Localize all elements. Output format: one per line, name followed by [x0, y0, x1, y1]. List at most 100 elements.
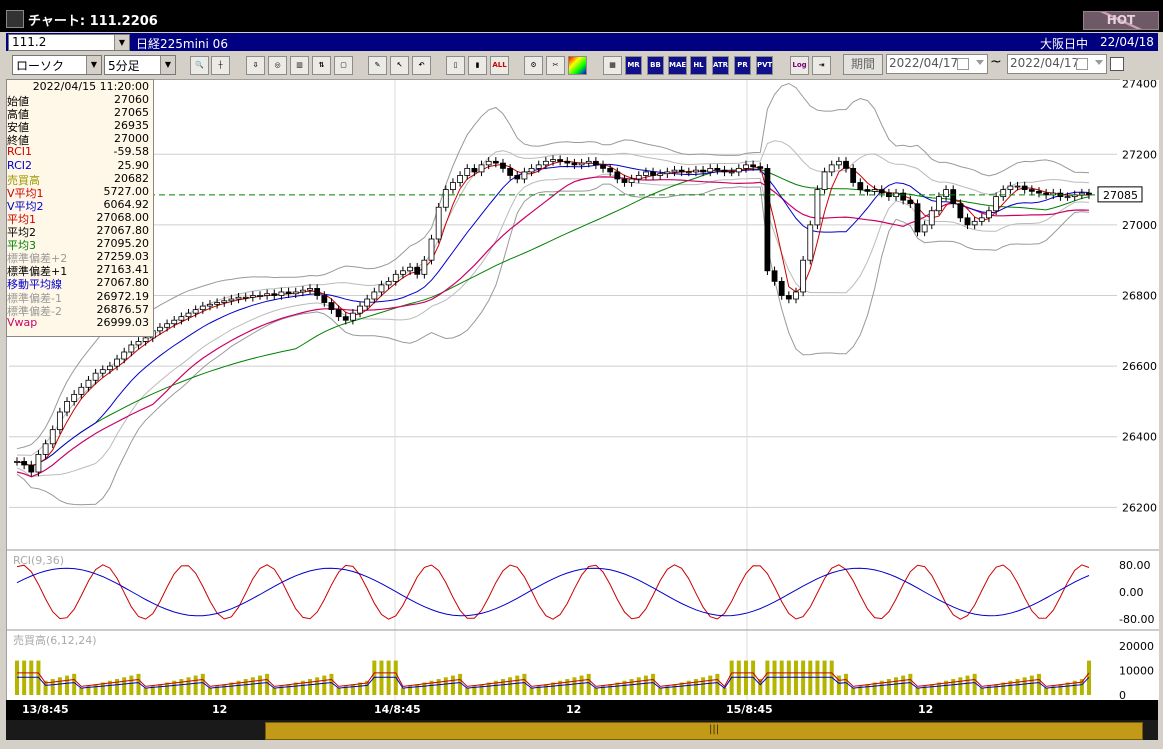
volume-bar	[458, 673, 463, 695]
candle-body	[771, 270, 778, 282]
chevron-down-icon[interactable]	[976, 60, 984, 65]
search-chart-icon[interactable]: ◎	[268, 56, 287, 75]
indicator-button-ma[interactable]: MR	[625, 56, 642, 75]
candle-body	[178, 316, 185, 321]
volume-bar	[179, 679, 184, 695]
date-to-field[interactable]: 2022/04/17	[1007, 54, 1107, 74]
candle-body	[614, 171, 621, 180]
candle-body	[743, 164, 749, 169]
indicator-button-pvt[interactable]: PVT	[756, 56, 773, 75]
calendar-icon[interactable]	[957, 58, 969, 70]
hot-button[interactable]: HOT	[1083, 11, 1159, 30]
wrench-icon[interactable]: ✂	[546, 56, 565, 75]
candle-body	[85, 379, 92, 388]
log-scale-button[interactable]: Log	[790, 56, 809, 75]
info-value: 27060	[114, 93, 149, 106]
candle-body	[607, 167, 614, 173]
info-row: RCI2 25.90	[7, 159, 153, 172]
candle-body	[464, 167, 471, 176]
indicator-button-pr[interactable]: PR	[734, 56, 751, 75]
volume-bar	[586, 673, 591, 695]
candle-body	[700, 169, 706, 173]
info-value: 20682	[114, 171, 149, 185]
scrollbar-thumb[interactable]	[265, 722, 1143, 740]
volume-bar	[350, 684, 355, 695]
pen-icon[interactable]: ✎	[368, 56, 387, 75]
info-row: 高値 27065	[7, 106, 153, 121]
candle-body	[42, 443, 49, 455]
candle-body	[1064, 196, 1071, 199]
candle-body	[349, 312, 356, 321]
candle-body	[521, 171, 528, 180]
volume-bar	[250, 677, 255, 695]
app-icon	[6, 10, 24, 28]
chevron-down-icon[interactable]	[1095, 60, 1103, 65]
volume-bar	[851, 687, 856, 695]
period-button[interactable]: 期間	[843, 54, 883, 75]
info-row: 移動平均線 27067.80	[7, 276, 153, 291]
candle-body	[793, 291, 799, 300]
lock-icon[interactable]: ▢	[334, 56, 353, 75]
x-label: 13/8:45	[22, 703, 69, 716]
title-bar: チャート: 111.2206	[0, 0, 1163, 32]
zoom-icon[interactable]: 🔍	[190, 56, 209, 75]
code-select[interactable]: 111.2 ▼	[8, 34, 130, 51]
indicator-button-atr[interactable]: ATR	[712, 56, 729, 75]
undo-icon[interactable]: ↶	[412, 56, 431, 75]
info-value: 27163.41	[96, 263, 150, 277]
info-value: 27067.80	[96, 276, 150, 290]
candle-body	[271, 293, 278, 296]
volume-bar	[243, 679, 248, 695]
date-separator: ~	[990, 54, 1002, 70]
chart-area[interactable]: 27400 27200 27000 26800 26600 26400 26200 27085…	[6, 79, 1159, 701]
period-checkbox[interactable]	[1110, 57, 1124, 71]
chevron-down-icon[interactable]: ▼	[86, 56, 101, 74]
info-value: 26876.57	[96, 302, 150, 316]
candle-body	[550, 159, 556, 162]
candle-body	[693, 169, 699, 173]
color-icon[interactable]	[568, 56, 587, 75]
all-icon[interactable]: ALL	[490, 56, 509, 75]
indicator-button-bb[interactable]: BB	[647, 56, 664, 75]
volume-bar	[415, 684, 420, 695]
volume-bar	[1044, 687, 1049, 695]
date-from-field[interactable]: 2022/04/17	[886, 54, 988, 74]
interval-select[interactable]: 5分足 ▼	[104, 55, 176, 75]
candle-body	[121, 351, 128, 360]
calendar-icon[interactable]	[1076, 58, 1088, 70]
pointer-icon[interactable]: ↖	[390, 56, 409, 75]
volume-bar	[958, 677, 963, 695]
candle-body	[928, 210, 935, 226]
indicator-icon[interactable]: ▦	[603, 56, 622, 75]
export-icon[interactable]: ⇥	[812, 56, 831, 75]
volume-bar	[865, 684, 870, 695]
gear-icon[interactable]: ⚙	[524, 56, 543, 75]
indicator-button-mae[interactable]: MAE	[668, 56, 687, 75]
chevron-down-icon[interactable]: ▼	[114, 35, 129, 50]
indicator-icon[interactable]: ▥	[290, 56, 309, 75]
info-value: -59.58	[113, 145, 149, 159]
volume-bar	[565, 679, 570, 695]
down-arrow-icon[interactable]: ⇩	[246, 56, 265, 75]
candle-body	[314, 288, 321, 296]
crosshair-icon[interactable]: ┼	[211, 56, 230, 75]
candle-body	[199, 305, 206, 311]
chart-type-select[interactable]: ローソク ▼	[12, 55, 102, 75]
info-row: 標準偏差+1 27163.41	[7, 263, 153, 278]
volume-bar	[436, 679, 441, 695]
candle-body	[414, 266, 421, 275]
indicator-button-hl[interactable]: HL	[690, 56, 707, 75]
volume-bar	[222, 684, 227, 695]
chevron-down-icon[interactable]: ▼	[160, 56, 175, 74]
volume-bar	[529, 687, 534, 695]
split-icon[interactable]: ⇅	[312, 56, 331, 75]
candle-body	[528, 167, 535, 173]
volume-label: 売買高(6,12,24)	[13, 633, 97, 647]
info-value: 27067.80	[96, 224, 150, 237]
candle-body	[49, 429, 56, 445]
candle-body	[492, 160, 499, 164]
candle-icon[interactable]: ▯	[446, 56, 465, 75]
volume-bar	[915, 687, 920, 695]
bar-icon[interactable]: ▮	[468, 56, 487, 75]
candle-body	[1014, 185, 1021, 188]
